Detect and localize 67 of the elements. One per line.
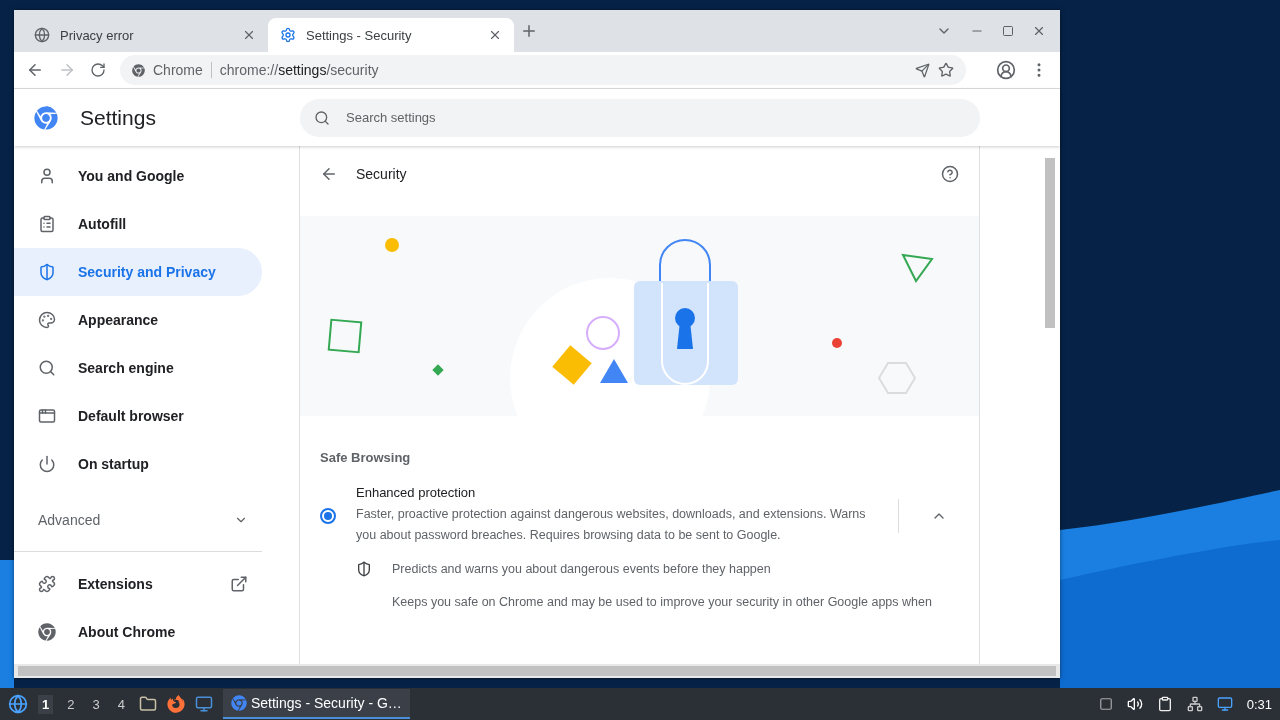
sidebar-item[interactable]: Default browser: [14, 392, 262, 440]
power-icon: [38, 455, 56, 473]
link-label: About Chrome: [78, 624, 176, 640]
link-label: Extensions: [78, 576, 153, 592]
close-icon[interactable]: [1032, 24, 1046, 38]
settings-icon: [280, 27, 296, 43]
taskbar-button[interactable]: Settings - Security - G…: [222, 689, 410, 719]
chrome-logo-icon: [34, 105, 58, 130]
folder-icon[interactable]: [138, 695, 157, 713]
workspace-switch[interactable]: 1: [38, 694, 54, 714]
detail-text: Keeps you safe on Chrome and may be used to improve your security in other Google apps when: [392, 595, 932, 609]
search-field[interactable]: Search settings: [300, 98, 980, 137]
workspace-switch[interactable]: 2: [63, 694, 79, 714]
browser-tab[interactable]: Privacy error: [22, 18, 268, 52]
advanced-toggle[interactable]: Advanced: [14, 488, 262, 552]
help-icon[interactable]: [941, 165, 959, 183]
horizontal-scrollbar[interactable]: [14, 664, 1060, 678]
globe-icon: [34, 27, 50, 43]
page-title: Security: [356, 166, 408, 182]
chrome-logo-icon: [132, 63, 145, 77]
sidebar-item[interactable]: Security and Privacy: [14, 248, 262, 296]
clock: 0:31: [1246, 696, 1272, 712]
clipboard-icon[interactable]: [1156, 696, 1173, 712]
star-icon[interactable]: [938, 62, 954, 78]
search-icon: [38, 359, 56, 377]
browser-window-icon: [38, 407, 56, 425]
sidebar-link[interactable]: Extensions: [14, 560, 262, 608]
workspace-switch[interactable]: 4: [113, 694, 129, 714]
profile-icon[interactable]: [996, 60, 1016, 80]
volume-icon[interactable]: [1126, 696, 1143, 712]
sidebar-item[interactable]: On startup: [14, 440, 262, 488]
puzzle-icon: [38, 575, 56, 593]
detail-text: Predicts and warns you about dangerous events before they happen: [392, 562, 771, 576]
option-title: Enhanced protection: [356, 485, 477, 500]
sidebar-item[interactable]: Search engine: [14, 344, 262, 392]
new-tab-icon[interactable]: [520, 22, 538, 40]
chrome-logo-icon: [230, 695, 247, 711]
send-icon[interactable]: [915, 62, 930, 78]
network-icon[interactable]: [1186, 696, 1203, 712]
sidebar-item[interactable]: You and Google: [14, 152, 262, 200]
chrome-logo-icon: [38, 623, 56, 641]
close-icon[interactable]: [488, 28, 502, 42]
radio-button[interactable]: [320, 507, 336, 524]
site-label: Chrome: [153, 62, 203, 78]
option-description: Faster, proactive protection against dangerous websites, downloads, and extensions. Warns you about password breaches. Requires browsing data to be sent to Google.: [356, 506, 867, 544]
palette-icon: [38, 311, 56, 329]
shield-icon: [38, 263, 56, 281]
clipboard-icon: [38, 215, 56, 233]
person-icon: [38, 167, 56, 185]
sidebar-item[interactable]: Autofill: [14, 200, 262, 248]
sidebar-link[interactable]: About Chrome: [14, 608, 262, 656]
shield-icon: [356, 561, 372, 577]
back-icon[interactable]: [26, 61, 44, 79]
sidebar-item[interactable]: Appearance: [14, 296, 262, 344]
url-text: chrome://settings/security: [219, 62, 379, 78]
start-menu-icon[interactable]: [8, 694, 28, 714]
close-icon[interactable]: [242, 28, 256, 42]
back-icon[interactable]: [320, 165, 338, 183]
reload-icon[interactable]: [90, 62, 106, 78]
search-icon: [314, 109, 330, 126]
address-bar[interactable]: Chrome chrome://settings/security: [120, 55, 966, 85]
settings-title: Settings: [80, 105, 157, 130]
firefox-icon[interactable]: [166, 695, 185, 713]
section-heading: Safe Browsing: [319, 449, 412, 467]
maximize-icon[interactable]: [1002, 25, 1014, 37]
workspace-switch[interactable]: 3: [88, 694, 104, 714]
browser-tab[interactable]: Settings - Security: [268, 18, 514, 52]
